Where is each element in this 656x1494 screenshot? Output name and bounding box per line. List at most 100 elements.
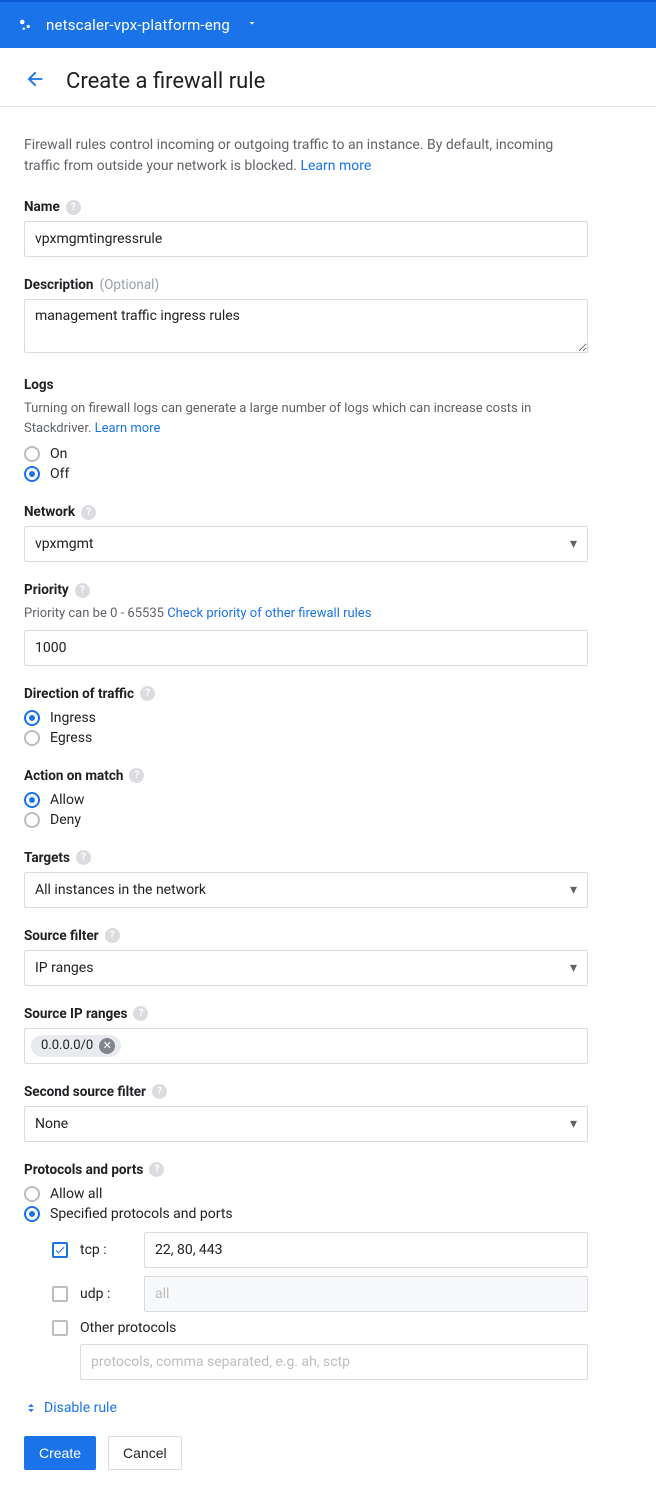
expand-icon bbox=[24, 1401, 38, 1415]
disable-rule-toggle[interactable]: Disable rule bbox=[24, 1400, 588, 1416]
help-icon[interactable]: ? bbox=[75, 583, 90, 598]
name-field: Name ? bbox=[24, 199, 588, 257]
tcp-label: tcp : bbox=[80, 1242, 132, 1258]
help-icon[interactable]: ? bbox=[129, 768, 144, 783]
network-field: Network ? vpxmgmt ▾ bbox=[24, 504, 588, 562]
help-icon[interactable]: ? bbox=[152, 1084, 167, 1099]
action-allow-label: Allow bbox=[50, 792, 84, 808]
logs-on-radio[interactable] bbox=[24, 446, 40, 462]
targets-select[interactable]: All instances in the network ▾ bbox=[24, 872, 588, 908]
source-ip-input[interactable]: 0.0.0.0/0 ✕ bbox=[24, 1028, 588, 1064]
description-optional: (Optional) bbox=[99, 277, 159, 293]
help-icon[interactable]: ? bbox=[105, 928, 120, 943]
description-field: Description (Optional) management traffi… bbox=[24, 277, 588, 357]
ip-range-chip-text: 0.0.0.0/0 bbox=[41, 1038, 93, 1053]
logs-learn-more-link[interactable]: Learn more bbox=[95, 421, 161, 436]
protocols-specified-label: Specified protocols and ports bbox=[50, 1206, 233, 1222]
intro-text: Firewall rules control incoming or outgo… bbox=[24, 135, 588, 177]
direction-field: Direction of traffic ? Ingress Egress bbox=[24, 686, 588, 748]
help-icon[interactable]: ? bbox=[149, 1162, 164, 1177]
source-filter-select[interactable]: IP ranges ▾ bbox=[24, 950, 588, 986]
help-icon[interactable]: ? bbox=[140, 686, 155, 701]
targets-value: All instances in the network bbox=[35, 882, 206, 898]
udp-checkbox[interactable] bbox=[52, 1286, 68, 1302]
caret-down-icon: ▾ bbox=[570, 960, 577, 976]
description-label: Description bbox=[24, 277, 93, 293]
direction-egress-radio[interactable] bbox=[24, 730, 40, 746]
tcp-checkbox[interactable] bbox=[52, 1242, 68, 1258]
description-input[interactable]: management traffic ingress rules bbox=[24, 299, 588, 353]
help-icon[interactable]: ? bbox=[81, 505, 96, 520]
second-source-select[interactable]: None ▾ bbox=[24, 1106, 588, 1142]
page-title: Create a firewall rule bbox=[66, 69, 265, 94]
second-source-field: Second source filter ? None ▾ bbox=[24, 1084, 588, 1142]
action-allow-radio[interactable] bbox=[24, 792, 40, 808]
project-topbar: netscaler-vpx-platform-eng bbox=[0, 0, 656, 48]
ip-range-chip: 0.0.0.0/0 ✕ bbox=[31, 1035, 121, 1057]
help-icon[interactable]: ? bbox=[133, 1006, 148, 1021]
gcp-logo-icon bbox=[16, 15, 36, 35]
tcp-ports-input[interactable] bbox=[144, 1232, 588, 1268]
network-label: Network bbox=[24, 504, 75, 520]
create-button[interactable]: Create bbox=[24, 1436, 96, 1470]
direction-egress-label: Egress bbox=[50, 730, 92, 746]
priority-input[interactable] bbox=[24, 630, 588, 666]
direction-ingress-radio[interactable] bbox=[24, 710, 40, 726]
caret-down-icon: ▾ bbox=[570, 1116, 577, 1132]
name-label: Name bbox=[24, 199, 60, 215]
caret-down-icon: ▾ bbox=[570, 536, 577, 552]
source-ip-field: Source IP ranges ? 0.0.0.0/0 ✕ bbox=[24, 1006, 588, 1064]
project-name[interactable]: netscaler-vpx-platform-eng bbox=[46, 16, 230, 34]
priority-label: Priority bbox=[24, 582, 69, 598]
logs-on-label: On bbox=[50, 446, 67, 462]
name-input[interactable] bbox=[24, 221, 588, 257]
protocols-allow-all-radio[interactable] bbox=[24, 1186, 40, 1202]
protocols-specified-radio[interactable] bbox=[24, 1206, 40, 1222]
priority-field: Priority ? Priority can be 0 - 65535 Che… bbox=[24, 582, 588, 666]
action-field: Action on match ? Allow Deny bbox=[24, 768, 588, 830]
project-dropdown-icon[interactable] bbox=[246, 17, 258, 33]
direction-ingress-label: Ingress bbox=[50, 710, 96, 726]
intro-body: Firewall rules control incoming or outgo… bbox=[24, 137, 553, 174]
protocols-field: Protocols and ports ? Allow all Specifie… bbox=[24, 1162, 588, 1380]
logs-hint: Turning on firewall logs can generate a … bbox=[24, 399, 588, 438]
protocols-label: Protocols and ports bbox=[24, 1162, 143, 1178]
source-filter-field: Source filter ? IP ranges ▾ bbox=[24, 928, 588, 986]
targets-label: Targets bbox=[24, 850, 70, 866]
other-protocols-checkbox[interactable] bbox=[52, 1320, 68, 1336]
action-deny-radio[interactable] bbox=[24, 812, 40, 828]
source-filter-label: Source filter bbox=[24, 928, 99, 944]
logs-field: Logs Turning on firewall logs can genera… bbox=[24, 377, 588, 484]
second-source-label: Second source filter bbox=[24, 1084, 146, 1100]
network-select[interactable]: vpxmgmt ▾ bbox=[24, 526, 588, 562]
form-content: Firewall rules control incoming or outgo… bbox=[0, 107, 612, 1494]
chip-remove-icon[interactable]: ✕ bbox=[99, 1038, 115, 1054]
logs-label: Logs bbox=[24, 377, 54, 393]
back-arrow-icon[interactable] bbox=[24, 68, 46, 94]
priority-hint: Priority can be 0 - 65535 Check priority… bbox=[24, 604, 588, 624]
other-protocols-label: Other protocols bbox=[80, 1320, 176, 1336]
targets-field: Targets ? All instances in the network ▾ bbox=[24, 850, 588, 908]
direction-label: Direction of traffic bbox=[24, 686, 134, 702]
other-protocols-input[interactable] bbox=[80, 1344, 588, 1380]
intro-learn-more-link[interactable]: Learn more bbox=[300, 158, 371, 174]
protocols-specified-block: tcp : udp : Other protocols bbox=[24, 1232, 588, 1380]
disable-rule-label: Disable rule bbox=[44, 1400, 117, 1416]
action-deny-label: Deny bbox=[50, 812, 81, 828]
source-filter-value: IP ranges bbox=[35, 960, 93, 976]
priority-check-link[interactable]: Check priority of other firewall rules bbox=[167, 606, 371, 621]
protocols-allow-all-label: Allow all bbox=[50, 1186, 102, 1202]
udp-ports-input[interactable] bbox=[144, 1276, 588, 1312]
help-icon[interactable]: ? bbox=[66, 200, 81, 215]
page-header: Create a firewall rule bbox=[0, 48, 656, 107]
logs-off-radio[interactable] bbox=[24, 466, 40, 482]
caret-down-icon: ▾ bbox=[570, 882, 577, 898]
help-icon[interactable]: ? bbox=[76, 850, 91, 865]
form-buttons: Create Cancel bbox=[24, 1436, 588, 1470]
cancel-button[interactable]: Cancel bbox=[108, 1436, 182, 1470]
network-value: vpxmgmt bbox=[35, 536, 93, 552]
second-source-value: None bbox=[35, 1116, 68, 1132]
logs-off-label: Off bbox=[50, 466, 69, 482]
udp-label: udp : bbox=[80, 1286, 132, 1302]
action-label: Action on match bbox=[24, 768, 123, 784]
